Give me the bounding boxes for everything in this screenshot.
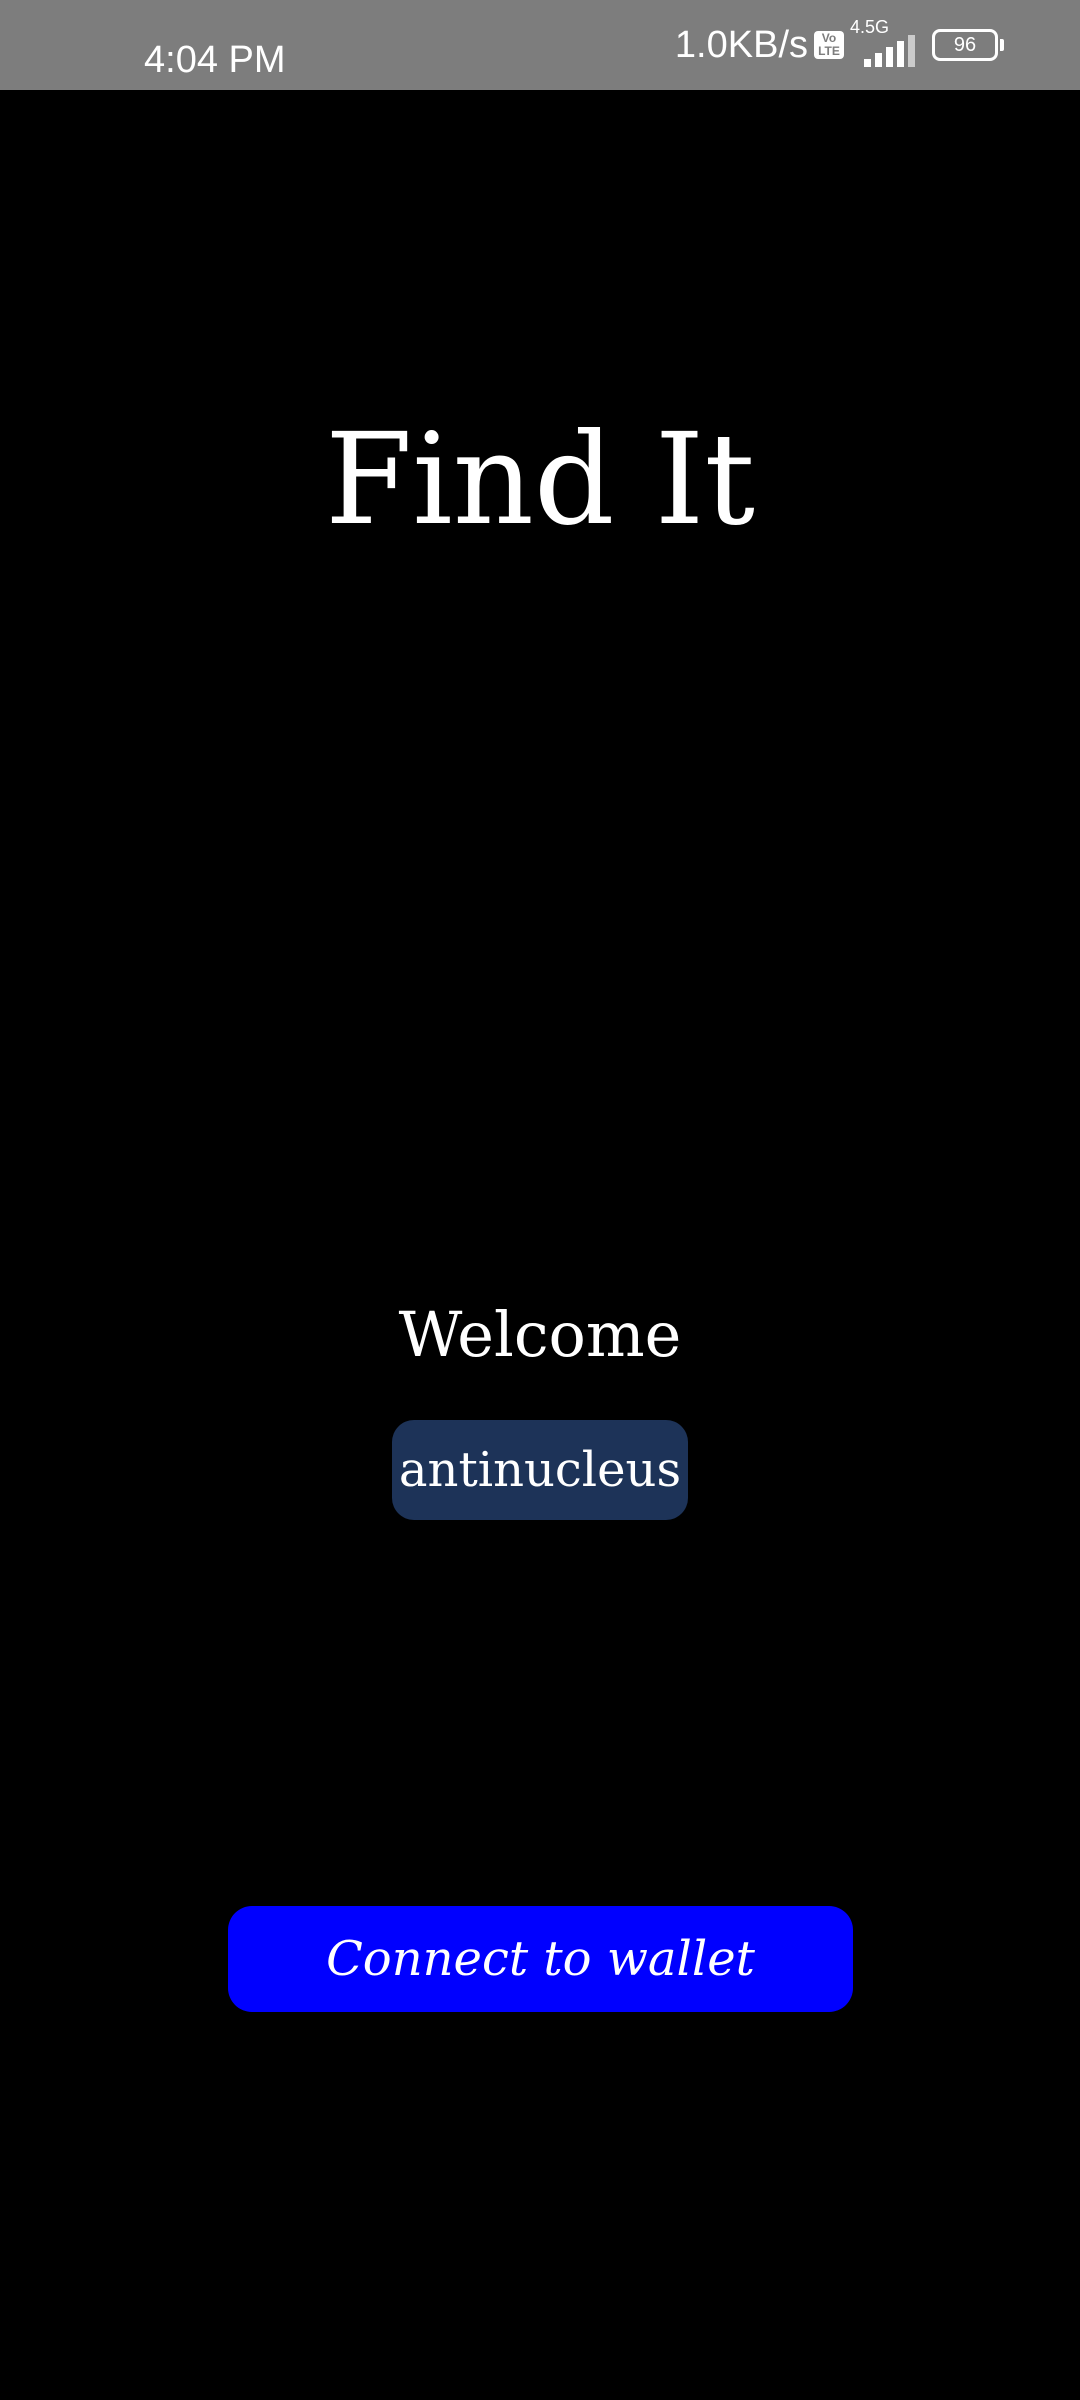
signal-bar bbox=[886, 47, 893, 67]
volte-icon: Vo LTE bbox=[814, 31, 844, 59]
volte-label-bottom: LTE bbox=[818, 44, 840, 58]
network-speed: 1.0KB/s bbox=[674, 23, 808, 66]
welcome-text: Welcome bbox=[398, 1298, 682, 1371]
username-badge: antinucleus bbox=[392, 1420, 688, 1520]
app-title: Find It bbox=[325, 406, 755, 553]
battery-tip bbox=[1000, 39, 1004, 51]
battery-icon: 96 bbox=[932, 29, 1004, 61]
signal-bars bbox=[864, 35, 915, 67]
signal-strength-icon: 4.5G bbox=[850, 17, 915, 69]
signal-bar bbox=[864, 59, 871, 67]
connect-wallet-button[interactable]: Connect to wallet bbox=[228, 1906, 853, 2012]
battery-level: 96 bbox=[932, 29, 998, 61]
signal-bar bbox=[897, 41, 904, 67]
status-icons: 1.0KB/s Vo LTE 4.5G 96 bbox=[675, 0, 1004, 90]
signal-bar bbox=[908, 35, 915, 67]
signal-bar bbox=[875, 53, 882, 67]
status-bar: 4:04 PM 1.0KB/s Vo LTE 4.5G 96 bbox=[0, 0, 1080, 90]
status-time: 4:04 PM bbox=[144, 39, 286, 81]
